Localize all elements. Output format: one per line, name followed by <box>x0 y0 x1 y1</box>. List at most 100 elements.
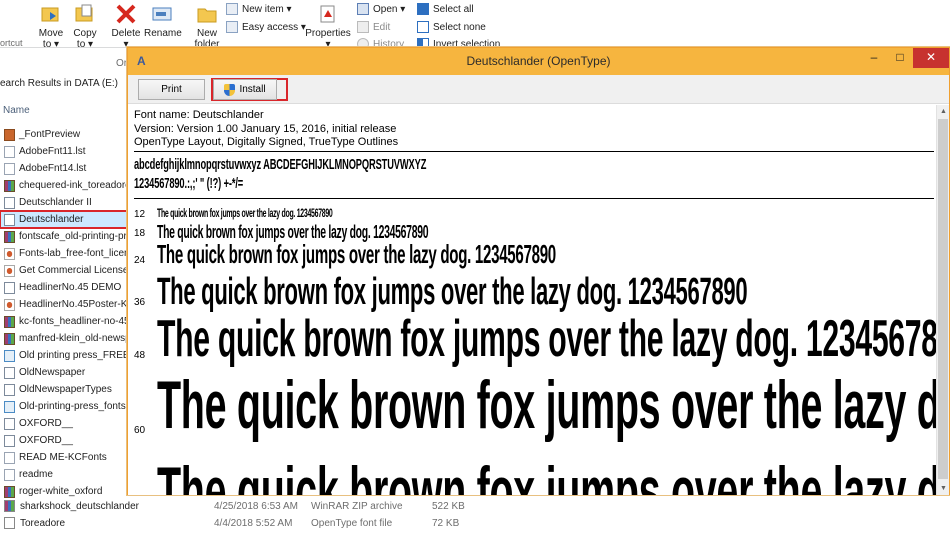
file-item[interactable]: OXFORD__ <box>0 432 130 449</box>
font-preview-pane[interactable]: Font name: Deutschlander Version: Versio… <box>128 105 936 495</box>
file-name: manfred-klein_old-newsp <box>19 333 130 344</box>
file-name: readme <box>19 469 53 480</box>
minimize-button[interactable]: – <box>861 48 887 68</box>
new-item-label: New item ▾ <box>242 3 292 15</box>
file-item[interactable]: _FontPreview <box>0 126 130 143</box>
doc-file-icon <box>4 145 15 158</box>
separator-bottom <box>134 198 934 199</box>
install-button[interactable]: Install <box>213 79 277 100</box>
breadcrumb[interactable]: earch Results in DATA (E:) <box>0 78 130 94</box>
file-date: 4/25/2018 6:53 AM <box>214 501 298 512</box>
separator-top <box>134 151 934 152</box>
vertical-scrollbar[interactable]: ▲ ▼ <box>936 105 949 495</box>
select-all-button[interactable]: Select all <box>417 3 474 15</box>
file-item[interactable]: OXFORD__ <box>0 415 130 432</box>
new-item-button[interactable]: New item ▾ <box>226 3 291 15</box>
doc-file-icon <box>4 162 15 175</box>
file-detail-row[interactable]: Toreadore 4/4/2018 5:52 AM OpenType font f… <box>0 515 950 532</box>
zip-file-icon <box>4 332 15 345</box>
edit-icon <box>357 21 369 33</box>
file-item[interactable]: Fonts-lab_free-font_licen <box>0 245 130 262</box>
file-name: HeadlinerNo.45Poster-KC <box>19 299 130 310</box>
doc-file-icon <box>4 451 15 464</box>
point-size-label: 60 <box>134 425 146 436</box>
dialog-titlebar[interactable]: A Deutschlander (OpenType) – □ ✕ <box>128 48 949 75</box>
file-icon <box>4 517 15 529</box>
file-item[interactable]: HeadlinerNo.45Poster-KC <box>0 296 130 313</box>
file-detail-row[interactable]: sharkshock_deutschlander 4/25/2018 6:53 A… <box>0 498 950 515</box>
file-item[interactable]: READ ME-KCFonts <box>0 449 130 466</box>
file-item[interactable]: chequered-ink_toreadore <box>0 177 130 194</box>
name-column-header[interactable]: Name <box>3 105 30 116</box>
sample-text: The quick brown fox jumps over the lazy … <box>157 271 748 313</box>
file-name: fontscafe_old-printing-pr <box>19 231 127 242</box>
file-name: AdobeFnt14.lst <box>19 163 87 174</box>
sample-text: The quick brown fox jumps over the lazy … <box>157 453 936 495</box>
file-list-details: sharkshock_deutschlander 4/25/2018 6:53 A… <box>0 498 950 532</box>
copy-to-icon <box>75 4 93 22</box>
file-item[interactable]: Get Commercial License <box>0 262 130 279</box>
file-type: WinRAR ZIP archive <box>311 501 403 512</box>
file-name: READ ME-KCFonts <box>19 452 107 463</box>
file-item[interactable]: fontscafe_old-printing-pr <box>0 228 130 245</box>
file-item[interactable]: OldNewspaperTypes <box>0 381 130 398</box>
file-name: Deutschlander <box>19 214 84 225</box>
new-folder-icon <box>197 8 217 23</box>
shortcut-label[interactable]: ortcut <box>0 38 23 49</box>
file-item[interactable]: AdobeFnt11.lst <box>0 143 130 160</box>
install-label: Install <box>239 84 266 95</box>
file-item[interactable]: HeadlinerNo.45 DEMO <box>0 279 130 296</box>
edit-button[interactable]: Edit <box>357 21 390 33</box>
file-item[interactable]: readme <box>0 466 130 483</box>
delete-x-icon <box>116 4 136 24</box>
print-button[interactable]: Print <box>138 79 205 100</box>
dial-file-icon <box>4 298 15 311</box>
file-item[interactable]: manfred-klein_old-newsp <box>0 330 130 347</box>
select-none-button[interactable]: Select none <box>417 21 486 33</box>
file-name: Toreadore <box>20 518 66 529</box>
sheet-file-icon <box>4 349 15 362</box>
file-name: _FontPreview <box>19 129 81 140</box>
new-folder-button[interactable]: New folder <box>192 0 222 50</box>
font-file-icon <box>4 213 15 226</box>
sample-text: The quick brown fox jumps over the lazy … <box>157 310 936 368</box>
dialog-title: Deutschlander (OpenType) <box>466 54 611 68</box>
file-name: Get Commercial License <box>19 265 129 276</box>
file-item[interactable]: Old printing press_FREE-v <box>0 347 130 364</box>
zip-file-icon <box>4 230 15 243</box>
copy-to-label: Copy to ▾ <box>73 28 97 50</box>
scroll-down-arrow-icon[interactable]: ▼ <box>937 482 950 495</box>
img-file-icon <box>4 128 15 141</box>
file-item[interactable]: kc-fonts_headliner-no-45 <box>0 313 130 330</box>
file-item[interactable]: Deutschlander <box>0 210 131 229</box>
file-name: Old printing press_FREE-v <box>19 350 130 361</box>
file-item[interactable]: Old-printing-press_fonts- <box>0 398 130 415</box>
font-name-line: Font name: Deutschlander <box>134 109 264 121</box>
file-size: 72 KB <box>432 518 460 529</box>
file-item[interactable]: AdobeFnt14.lst <box>0 160 130 177</box>
font-features-line: OpenType Layout, Digitally Signed, TrueT… <box>134 136 399 148</box>
file-item[interactable]: OldNewspaper <box>0 364 130 381</box>
easy-access-label: Easy access ▾ <box>242 21 306 33</box>
select-all-label: Select all <box>433 3 474 15</box>
open-button[interactable]: Open ▾ <box>357 3 405 15</box>
font-viewer-dialog: A Deutschlander (OpenType) – □ ✕ Print I… <box>127 47 950 495</box>
sample-text: The quick brown fox jumps over the lazy … <box>157 367 936 443</box>
file-name: kc-fonts_headliner-no-45 <box>19 316 130 327</box>
delete-button[interactable]: Delete ▾ <box>110 0 142 50</box>
close-button[interactable]: ✕ <box>913 48 949 68</box>
maximize-button[interactable]: □ <box>887 48 913 68</box>
file-type: OpenType font file <box>311 518 393 529</box>
file-name: chequered-ink_toreadore <box>19 180 130 191</box>
rename-button[interactable]: Rename <box>144 0 182 39</box>
file-list: _FontPreview AdobeFnt11.lst AdobeFnt14.lst… <box>0 126 131 500</box>
file-item[interactable]: Deutschlander II <box>0 194 130 211</box>
scroll-up-arrow-icon[interactable]: ▲ <box>937 105 950 118</box>
point-size-label: 18 <box>134 228 146 239</box>
move-to-button[interactable]: Move to ▾ <box>36 0 66 50</box>
properties-button[interactable]: Properties ▾ <box>305 0 351 50</box>
scrollbar-thumb[interactable] <box>938 119 948 479</box>
file-name: OXFORD__ <box>19 418 73 429</box>
copy-to-button[interactable]: Copy to ▾ <box>70 0 100 50</box>
easy-access-button[interactable]: Easy access ▾ <box>226 21 306 33</box>
